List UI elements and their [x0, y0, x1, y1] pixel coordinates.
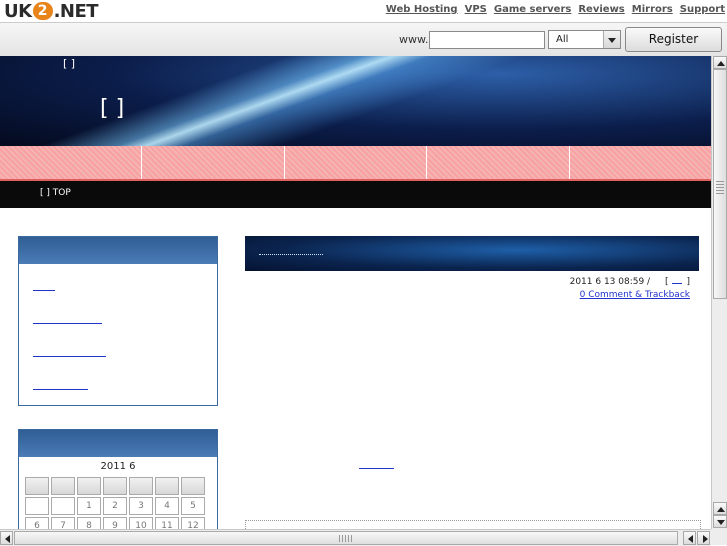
entry-edit-link[interactable]: []	[665, 277, 690, 287]
scroll-grip-icon	[716, 180, 724, 194]
link-mirrors[interactable]: Mirrors	[632, 4, 673, 15]
top-nav-links: Web Hosting VPS Game servers Reviews Mir…	[386, 4, 725, 15]
calendar-day	[51, 497, 75, 515]
nav-item-1[interactable]	[0, 146, 143, 179]
scroll-right-arrow-icon[interactable]	[697, 531, 710, 545]
sidebar-box-header	[19, 237, 217, 264]
scroll-down-arrow-icon[interactable]	[713, 515, 727, 528]
calendar-weekday	[155, 477, 179, 495]
link-vps[interactable]: VPS	[465, 4, 487, 15]
entry-title-dotted-line	[259, 254, 323, 255]
chevron-down-icon	[603, 31, 620, 48]
tld-select[interactable]: All	[548, 30, 621, 49]
sidebar-category-box	[18, 236, 218, 406]
nav-item-2[interactable]	[142, 146, 285, 179]
link-reviews[interactable]: Reviews	[578, 4, 624, 15]
entry-meta: 2011 6 13 08:59 / [] 0 Comment & Trackba…	[570, 277, 690, 300]
calendar-day: 1	[77, 497, 101, 515]
link-game-servers[interactable]: Game servers	[494, 4, 572, 15]
logo-mark: 2	[32, 2, 53, 20]
horizontal-scrollbar[interactable]	[0, 529, 711, 546]
nav-item-4[interactable]	[427, 146, 570, 179]
calendar-day: 7	[51, 517, 75, 529]
logo-text-left: UK	[4, 0, 32, 22]
site-nav-bar	[0, 146, 711, 181]
edit-underline	[672, 283, 683, 284]
calendar-day: 2	[103, 497, 127, 515]
tld-select-value: All	[556, 34, 569, 45]
site-banner: [ ] [ ]	[0, 56, 711, 146]
breadcrumb-top[interactable]: [ ] TOP	[40, 188, 71, 198]
top-bar: UK 2 .NET Web Hosting VPS Game servers R…	[0, 0, 727, 22]
www-prefix-label: www.	[399, 33, 429, 46]
sidebar-link-4[interactable]	[33, 379, 88, 390]
calendar-weekday	[25, 477, 49, 495]
banner-small-bracket: [ ]	[63, 57, 76, 70]
nav-item-3[interactable]	[285, 146, 428, 179]
calendar-box-header	[19, 430, 217, 457]
calendar-day: 9	[103, 517, 127, 529]
logo-text-right: .NET	[53, 0, 99, 22]
link-web-hosting[interactable]: Web Hosting	[386, 4, 458, 15]
domain-search-bar: www. All Register Domain	[0, 22, 727, 69]
calendar-month-title: 2011 6	[100, 461, 136, 472]
nav-item-5[interactable]	[570, 146, 711, 179]
sidebar-link-2[interactable]	[33, 313, 102, 324]
entry-footer-box	[245, 520, 701, 529]
sidebar-link-1[interactable]	[33, 280, 55, 291]
calendar-day: 12	[181, 517, 205, 529]
calendar-day: 10	[129, 517, 153, 529]
calendar-weekday	[181, 477, 205, 495]
calendar-day: 5	[181, 497, 205, 515]
scroll-left-arrow-icon[interactable]	[0, 531, 13, 545]
calendar-weekday	[77, 477, 101, 495]
entry-body-link[interactable]	[359, 468, 394, 469]
entry-date: 2011 6 13 08:59 /	[569, 277, 651, 287]
calendar-weekday	[103, 477, 127, 495]
banner-title-bracket: [ ]	[100, 96, 125, 121]
scroll-up-arrow-icon[interactable]	[713, 502, 727, 515]
sidebar-link-3[interactable]	[33, 346, 106, 357]
edit-bracket-right: ]	[686, 277, 690, 287]
calendar-weekday	[129, 477, 153, 495]
comments-trackback-link[interactable]: 0 Comment & Trackback	[570, 290, 690, 300]
vertical-scroll-thumb[interactable]	[713, 69, 727, 299]
scroll-grip-icon	[339, 535, 353, 542]
horizontal-scroll-thumb[interactable]	[14, 531, 678, 545]
register-domain-button[interactable]: Register Domain	[625, 27, 722, 69]
page-content: [ ] [ ] [ ] TOP 2011 6 1 2 3 4 5 6 7 8 9…	[0, 56, 711, 529]
edit-bracket-left: [	[664, 277, 669, 287]
calendar-grid: 1 2 3 4 5 6 7 8 9 10 11 12	[25, 477, 205, 529]
uk2-logo[interactable]: UK 2 .NET	[4, 0, 99, 22]
calendar-day: 4	[155, 497, 179, 515]
breadcrumb: [ ] TOP	[0, 181, 711, 208]
calendar-day: 6	[25, 517, 49, 529]
scroll-up-arrow-icon[interactable]	[713, 56, 727, 69]
calendar-day: 3	[129, 497, 153, 515]
calendar-day: 11	[155, 517, 179, 529]
calendar-weekday	[51, 477, 75, 495]
scroll-left-arrow-icon[interactable]	[683, 531, 696, 545]
calendar-day	[25, 497, 49, 515]
link-support[interactable]: Support	[680, 4, 725, 15]
domain-search-input[interactable]	[429, 31, 545, 49]
calendar-day: 8	[77, 517, 101, 529]
sidebar-calendar-box: 2011 6 1 2 3 4 5 6 7 8 9 10 11 12	[18, 429, 218, 529]
scrollbar-corner	[711, 529, 727, 545]
vertical-scrollbar[interactable]	[711, 56, 727, 529]
entry-title-bar	[245, 236, 699, 271]
